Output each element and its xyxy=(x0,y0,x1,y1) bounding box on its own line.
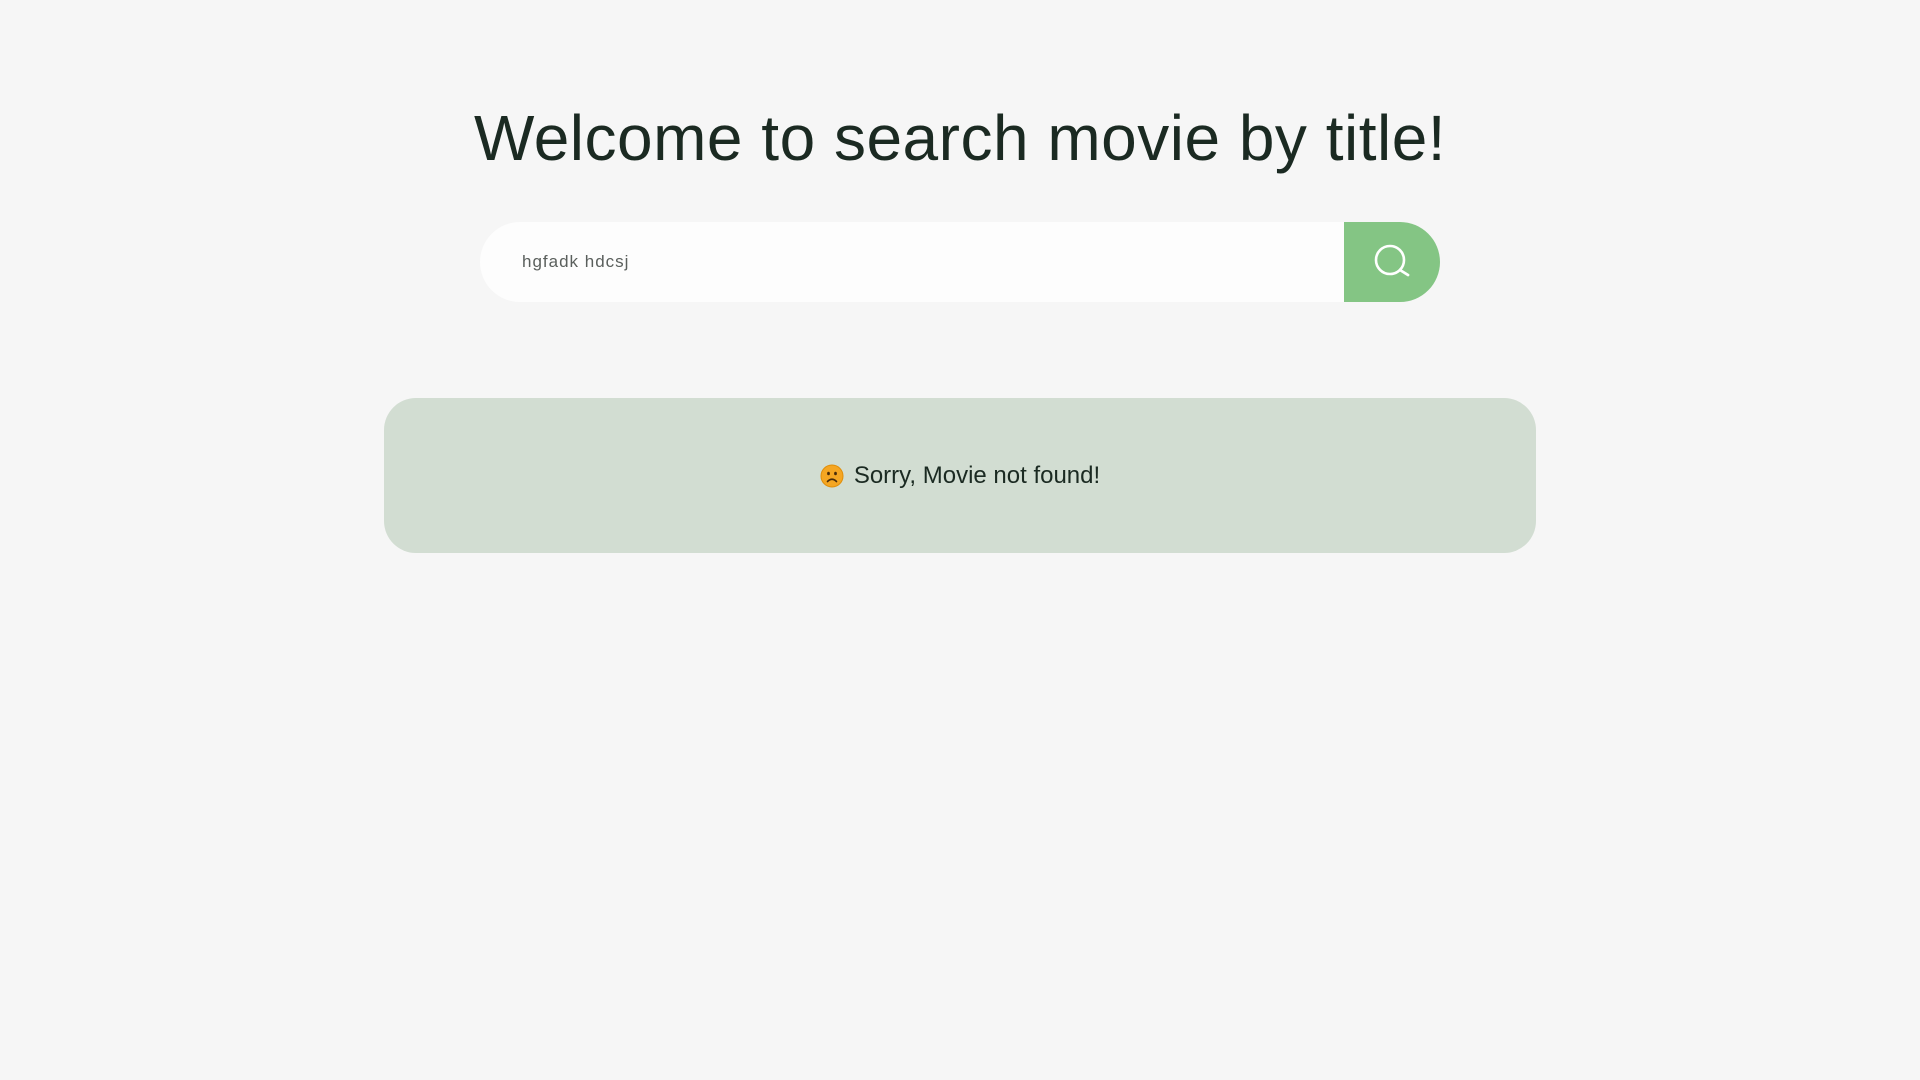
result-panel: Sorry, Movie not found! xyxy=(384,398,1536,553)
search-form xyxy=(480,222,1440,302)
page-title: Welcome to search movie by title! xyxy=(473,102,1447,174)
page: Welcome to search movie by title! Sorry,… xyxy=(0,0,1920,1080)
search-button[interactable] xyxy=(1344,222,1440,302)
sad-face-icon xyxy=(820,464,844,487)
search-icon xyxy=(1374,244,1410,277)
search-input[interactable] xyxy=(480,222,1344,302)
not-found-message: Sorry, Movie not found! xyxy=(820,462,1100,490)
not-found-text: Sorry, Movie not found! xyxy=(853,461,1101,489)
